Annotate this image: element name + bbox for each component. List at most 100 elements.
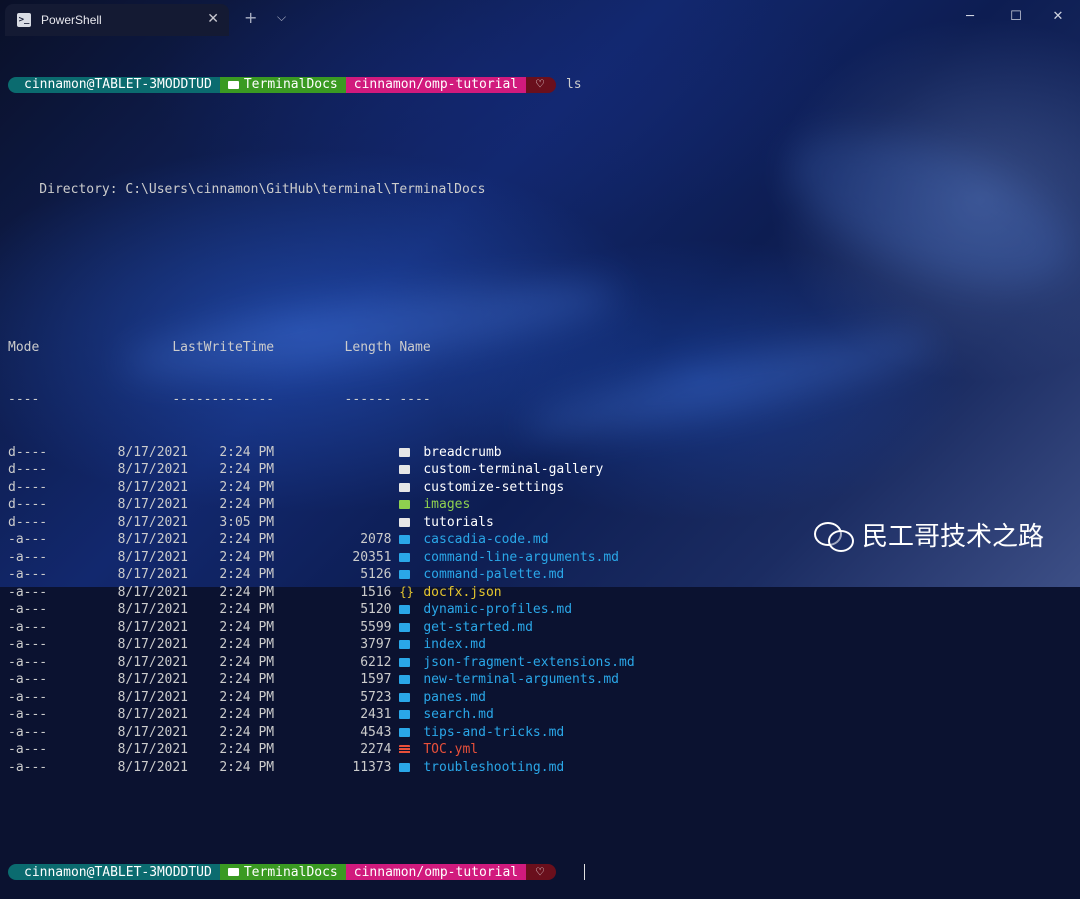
prompt-git-segment: cinnamon/omp-tutorial (345, 76, 527, 93)
file-row: d---- 8/17/2021 2:24 PM images (8, 496, 1080, 514)
file-row: d---- 8/17/2021 2:24 PM customize-settin… (8, 479, 1080, 497)
typed-command: ls (565, 77, 582, 92)
file-name: index.md (423, 637, 486, 652)
file-name: breadcrumb (423, 444, 502, 460)
file-row-meta: -a--- 8/17/2021 2:24 PM 5599 (8, 619, 400, 635)
file-row-meta: -a--- 8/17/2021 2:24 PM 1597 (8, 672, 400, 687)
file-row-meta: d---- 8/17/2021 2:24 PM (8, 462, 400, 477)
prompt-user-segment: cinnamon@TABLET-3MODDTUD (8, 76, 220, 93)
prompt-git-segment: cinnamon/omp-tutorial (345, 864, 527, 881)
markdown-icon (399, 710, 411, 719)
file-list: d---- 8/17/2021 2:24 PM breadcrumb d---- … (8, 444, 1080, 777)
file-row-meta: -a--- 8/17/2021 2:24 PM 6212 (8, 654, 400, 670)
file-name: TOC.yml (423, 742, 479, 757)
terminal-output[interactable]: cinnamon@TABLET-3MODDTUD TerminalDocs cinn… (8, 41, 1080, 899)
file-row-meta: d---- 8/17/2021 2:24 PM (8, 444, 400, 460)
file-row-meta: -a--- 8/17/2021 2:24 PM 5126 (8, 567, 400, 582)
markdown-icon (399, 640, 411, 649)
markdown-icon (399, 535, 411, 544)
file-row-meta: -a--- 8/17/2021 2:24 PM 4543 (8, 724, 400, 740)
prompt-line-2: cinnamon@TABLET-3MODDTUD TerminalDocs cinn… (8, 864, 1080, 882)
file-row: -a--- 8/17/2021 2:24 PM 5126 command-pal… (8, 566, 1080, 584)
prompt-user-segment: cinnamon@TABLET-3MODDTUD (8, 864, 220, 881)
folder-icon (399, 447, 411, 457)
file-name: images (423, 497, 471, 512)
wechat-icon (813, 520, 854, 552)
file-row-meta: -a--- 8/17/2021 2:24 PM 11373 (8, 759, 400, 775)
image-folder-icon (399, 500, 411, 509)
file-row-meta: -a--- 8/17/2021 2:24 PM 5723 (8, 689, 400, 705)
file-name: command-line-arguments.md (423, 549, 620, 565)
markdown-icon (399, 675, 411, 684)
file-row-meta: -a--- 8/17/2021 2:24 PM 2431 (8, 707, 400, 722)
title-bar: >_ PowerShell ✕ + ⌵ ─ ☐ ✕ (0, 0, 1080, 36)
watermark: 民工哥技术之路 (813, 516, 1044, 553)
new-tab-button[interactable]: + (244, 8, 257, 27)
prompt-path: TerminalDocs (243, 864, 338, 880)
folder-icon (399, 465, 411, 474)
markdown-icon (399, 727, 411, 737)
file-name: tutorials (423, 514, 494, 530)
file-row: -a--- 8/17/2021 2:24 PM 2431 search.md (8, 706, 1080, 724)
file-row: -a--- 8/17/2021 2:24 PM 6212 json-fragme… (8, 654, 1080, 672)
file-name: dynamic-profiles.md (423, 602, 573, 617)
file-name: tips-and-tricks.md (423, 724, 565, 740)
markdown-icon (399, 622, 411, 632)
prompt-path-segment: TerminalDocs (219, 76, 346, 93)
json-icon: {} (399, 584, 414, 599)
prompt-path-segment: TerminalDocs (219, 864, 346, 881)
heart-icon: ♡ (526, 76, 556, 93)
file-row: -a--- 8/17/2021 2:24 PM 1597 new-termina… (8, 671, 1080, 689)
powershell-icon: >_ (17, 13, 31, 27)
file-row-meta: -a--- 8/17/2021 2:24 PM 2274 (8, 742, 400, 757)
prompt-line: cinnamon@TABLET-3MODDTUD TerminalDocs cinn… (8, 76, 1080, 94)
file-row: -a--- 8/17/2021 2:24 PM 3797 index.md (8, 636, 1080, 654)
file-row-meta: -a--- 8/17/2021 2:24 PM 5120 (8, 602, 400, 617)
markdown-icon (399, 762, 411, 772)
prompt-path: TerminalDocs (243, 77, 338, 92)
file-name: json-fragment-extensions.md (423, 654, 635, 670)
maximize-button[interactable]: ☐ (1008, 9, 1024, 24)
file-name: command-palette.md (423, 567, 565, 582)
file-row: -a--- 8/17/2021 2:24 PM 4543 tips-and-tr… (8, 724, 1080, 742)
tab-powershell[interactable]: >_ PowerShell ✕ (5, 4, 229, 36)
markdown-icon (399, 657, 411, 667)
file-name: cascadia-code.md (423, 532, 549, 547)
markdown-icon (399, 570, 411, 579)
file-row: d---- 8/17/2021 2:24 PM custom-terminal-… (8, 461, 1080, 479)
listing-underline: ---- ------------- ------ ---- (8, 392, 431, 407)
file-row: -a--- 8/17/2021 2:24 PM 2274 TOC.yml (8, 741, 1080, 759)
folder-icon (227, 80, 239, 89)
file-name: troubleshooting.md (423, 759, 565, 775)
folder-icon (399, 517, 411, 527)
file-row: -a--- 8/17/2021 2:24 PM 1516 {} docfx.jso… (8, 584, 1080, 602)
file-name: panes.md (423, 689, 486, 705)
file-row: -a--- 8/17/2021 2:24 PM 11373 troublesho… (8, 759, 1080, 777)
folder-icon (227, 868, 239, 877)
markdown-icon (399, 552, 411, 562)
heart-icon: ♡ (526, 864, 556, 881)
close-tab-icon[interactable]: ✕ (207, 11, 219, 27)
file-row: -a--- 8/17/2021 2:24 PM 5120 dynamic-pro… (8, 601, 1080, 619)
close-window-button[interactable]: ✕ (1050, 9, 1066, 24)
file-row: -a--- 8/17/2021 2:24 PM 5723 panes.md (8, 689, 1080, 707)
chevron-down-icon[interactable]: ⌵ (277, 10, 286, 25)
markdown-icon (399, 692, 411, 702)
minimize-button[interactable]: ─ (962, 9, 978, 24)
file-row-meta: d---- 8/17/2021 3:05 PM (8, 514, 400, 530)
file-row-meta: -a--- 8/17/2021 2:24 PM 2078 (8, 532, 400, 547)
directory-label: Directory: C:\Users\cinnamon\GitHub\term… (8, 182, 486, 197)
file-row-meta: d---- 8/17/2021 2:24 PM (8, 479, 400, 495)
file-name: get-started.md (423, 619, 533, 635)
listing-header: Mode LastWriteTime Length Name (8, 339, 431, 355)
yaml-icon (399, 745, 411, 754)
folder-icon (399, 482, 411, 492)
file-name: search.md (423, 707, 494, 722)
markdown-icon (399, 605, 411, 614)
file-name: new-terminal-arguments.md (423, 672, 620, 687)
file-row-meta: d---- 8/17/2021 2:24 PM (8, 497, 400, 512)
file-name: customize-settings (423, 479, 565, 495)
file-row: d---- 8/17/2021 2:24 PM breadcrumb (8, 444, 1080, 462)
text-cursor[interactable] (583, 864, 585, 881)
file-row-meta: -a--- 8/17/2021 2:24 PM 3797 (8, 637, 400, 652)
